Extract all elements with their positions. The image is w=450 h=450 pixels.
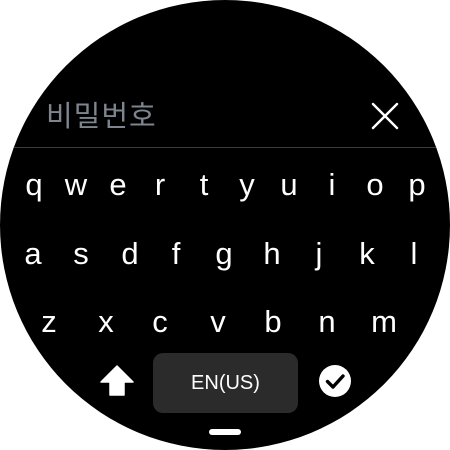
key-m[interactable]: m: [364, 300, 404, 344]
key-p[interactable]: p: [397, 163, 437, 207]
key-e[interactable]: e: [98, 163, 138, 207]
key-q[interactable]: q: [14, 163, 54, 207]
key-u[interactable]: u: [269, 163, 309, 207]
key-y[interactable]: y: [227, 163, 267, 207]
key-z[interactable]: z: [29, 300, 69, 344]
close-icon: [371, 102, 399, 130]
key-t[interactable]: t: [184, 163, 224, 207]
key-w[interactable]: w: [56, 163, 96, 207]
key-g[interactable]: g: [204, 232, 244, 276]
language-label: EN(US): [191, 372, 260, 394]
clear-button[interactable]: [366, 96, 404, 136]
input-divider: [0, 147, 450, 148]
key-j[interactable]: j: [299, 232, 339, 276]
watch-screen: 비밀번호 q w e r t y u i o p a s d f g h j k…: [0, 0, 450, 450]
key-c[interactable]: c: [140, 300, 180, 344]
language-switch-key[interactable]: EN(US): [153, 353, 298, 413]
shift-arrow-up-icon: [100, 365, 134, 396]
bottom-handle[interactable]: [209, 429, 241, 435]
checkmark-circle-icon: [319, 365, 351, 397]
key-b[interactable]: b: [253, 300, 293, 344]
key-x[interactable]: x: [86, 300, 126, 344]
key-r[interactable]: r: [140, 163, 180, 207]
done-key[interactable]: [316, 362, 354, 400]
key-f[interactable]: f: [156, 232, 196, 276]
key-s[interactable]: s: [61, 232, 101, 276]
key-n[interactable]: n: [307, 300, 347, 344]
key-o[interactable]: o: [355, 163, 395, 207]
shift-key[interactable]: [98, 362, 136, 400]
key-h[interactable]: h: [252, 232, 292, 276]
key-i[interactable]: i: [312, 163, 352, 207]
key-d[interactable]: d: [110, 232, 150, 276]
key-a[interactable]: a: [13, 232, 53, 276]
key-v[interactable]: v: [198, 300, 238, 344]
password-input[interactable]: 비밀번호: [46, 96, 336, 136]
key-l[interactable]: l: [394, 232, 434, 276]
key-k[interactable]: k: [347, 232, 387, 276]
password-placeholder: 비밀번호: [46, 99, 157, 133]
